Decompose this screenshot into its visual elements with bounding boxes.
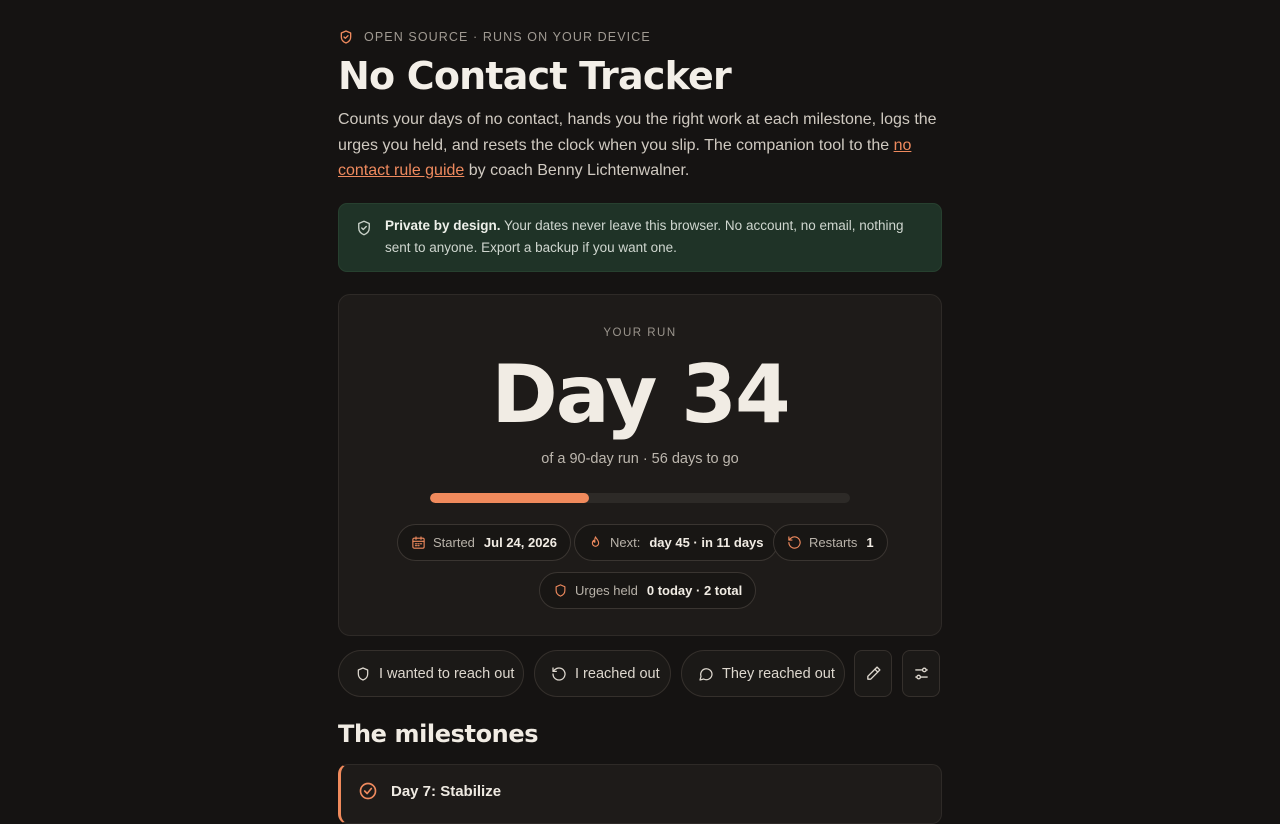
intro-paragraph: Counts your days of no contact, hands yo… bbox=[338, 107, 938, 184]
urges-pill: Urges held 0 today · 2 total bbox=[539, 572, 757, 609]
next-pill: Next: day 45 · in 11 days bbox=[574, 524, 778, 561]
day-counter: Day 34 bbox=[491, 348, 790, 441]
page-title: No Contact Tracker bbox=[338, 54, 732, 98]
wanted-label: I wanted to reach out bbox=[379, 665, 515, 682]
they-label: They reached out bbox=[722, 665, 835, 682]
rotate-ccw-icon bbox=[788, 536, 801, 549]
started-label: Started bbox=[433, 535, 475, 550]
milestone-row: Day 7: Stabilize bbox=[358, 781, 501, 801]
reached-out-button[interactable]: I reached out bbox=[534, 650, 671, 697]
sliders-icon bbox=[914, 667, 928, 680]
shield-check-icon bbox=[358, 220, 370, 236]
reached-label: I reached out bbox=[575, 665, 660, 682]
flame-icon bbox=[591, 536, 600, 547]
settings-button[interactable] bbox=[902, 650, 940, 697]
rotate-ccw-icon bbox=[552, 666, 566, 681]
urges-value: 0 today · 2 total bbox=[646, 583, 743, 598]
shield-icon bbox=[357, 666, 369, 681]
started-pill: Started Jul 24, 2026 bbox=[397, 524, 571, 561]
eyebrow: OPEN SOURCE · RUNS ON YOUR DEVICE bbox=[338, 29, 651, 45]
intro-text: Counts your days of no contact, hands yo… bbox=[338, 111, 937, 154]
check-circle-icon bbox=[359, 782, 377, 800]
restarts-label: Restarts bbox=[809, 535, 858, 550]
calendar-icon bbox=[412, 536, 425, 549]
milestone-title: Day 7: Stabilize bbox=[391, 782, 502, 800]
eyebrow-text: OPEN SOURCE · RUNS ON YOUR DEVICE bbox=[364, 30, 651, 44]
wanted-to-reach-out-button[interactable]: I wanted to reach out bbox=[338, 650, 524, 697]
privacy-strong: Private by design. bbox=[385, 218, 501, 233]
urges-label: Urges held bbox=[575, 583, 638, 598]
milestones-heading: The milestones bbox=[338, 720, 539, 748]
next-value: day 45 · in 11 days bbox=[649, 535, 764, 550]
run-card: YOUR RUN Day 34 of a 90-day run · 56 day… bbox=[338, 294, 942, 636]
intro-text-end: by coach Benny Lichtenwalner. bbox=[464, 162, 690, 179]
next-label: Next: bbox=[610, 535, 641, 550]
progress-fill bbox=[430, 493, 589, 503]
message-circle-icon bbox=[699, 667, 713, 681]
shield-check-icon bbox=[340, 30, 352, 44]
edit-button[interactable] bbox=[854, 650, 892, 697]
privacy-notice: Private by design. Your dates never leav… bbox=[338, 203, 942, 272]
run-label: YOUR RUN bbox=[603, 327, 677, 339]
pencil-icon bbox=[866, 666, 881, 680]
milestone-card[interactable]: Day 7: Stabilize bbox=[338, 764, 942, 824]
restarts-pill: Restarts 1 bbox=[773, 524, 888, 561]
restarts-value: 1 bbox=[866, 535, 874, 550]
run-subtitle: of a 90-day run · 56 days to go bbox=[541, 451, 739, 467]
action-bar: I wanted to reach out I reached out They… bbox=[338, 650, 942, 697]
they-reached-out-button[interactable]: They reached out bbox=[681, 650, 845, 697]
started-value: Jul 24, 2026 bbox=[483, 535, 557, 550]
progress-bar bbox=[430, 493, 850, 503]
shield-icon bbox=[555, 584, 566, 597]
